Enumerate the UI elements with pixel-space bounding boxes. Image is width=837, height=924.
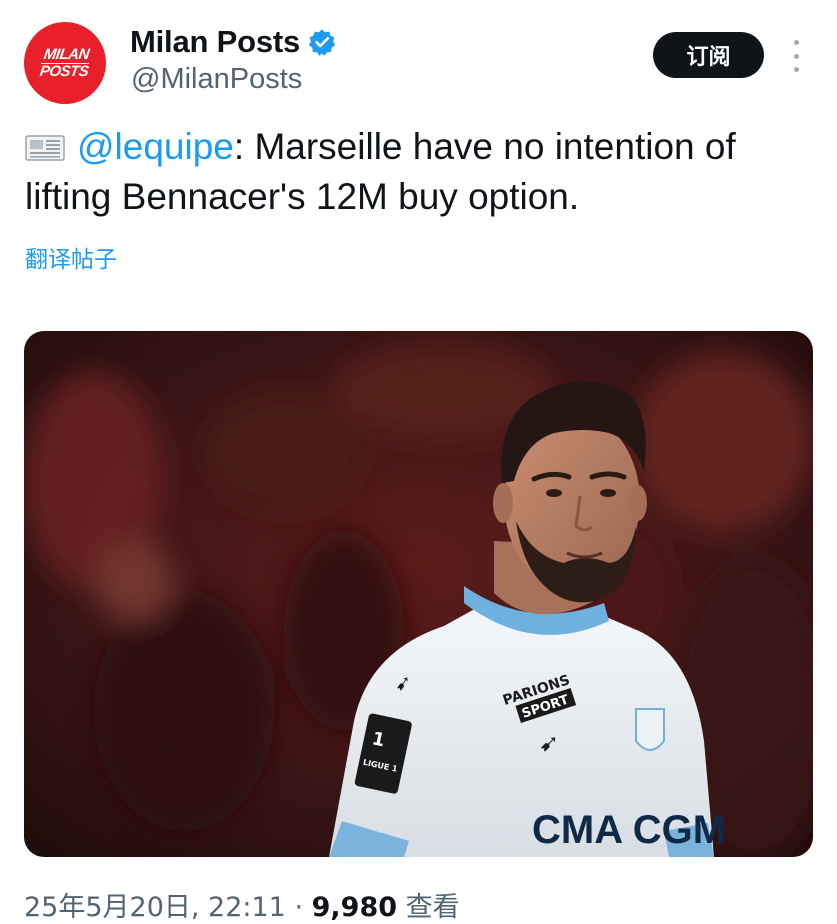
tweet-media-photo[interactable]: ➹ ➹ PARIONS SPORT 1 LIGUE 1 CMA CGM [24,331,813,857]
meta-separator: · [285,892,312,923]
newspaper-emoji-icon [25,124,65,161]
tweet-meta: 25年5月20日, 22:11 · 9,980 查看 [24,885,460,924]
svg-text:➹: ➹ [539,729,559,757]
views-count: 9,980 [311,892,398,923]
more-dot [793,53,799,59]
avatar-logo: MILAN POSTS [38,45,92,80]
more-dot [793,40,799,45]
tweet-timestamp[interactable]: 25年5月20日, 22:11 [24,892,286,923]
subscribe-button[interactable]: 订阅 [653,32,764,78]
club-crest [635,708,665,751]
verified-badge-icon [308,28,336,56]
more-options-icon[interactable] [786,40,806,72]
avatar[interactable]: MILAN POSTS [24,22,106,104]
account-handle[interactable]: @MilanPosts [131,63,302,96]
jersey-sponsor: CMA CGM [532,808,726,852]
avatar-logo-line2: POSTS [38,62,90,80]
tweet-text: @lequipe: Marseille have no intention of… [25,122,815,222]
translate-post-link[interactable]: 翻译帖子 [25,240,117,274]
more-dot [793,67,799,72]
avatar-logo-line1: MILAN [42,45,90,63]
display-name[interactable]: Milan Posts [130,24,300,60]
account-name-row: Milan Posts [130,24,336,60]
mention-link[interactable]: @lequipe [77,126,234,167]
views-label: 查看 [397,892,460,923]
